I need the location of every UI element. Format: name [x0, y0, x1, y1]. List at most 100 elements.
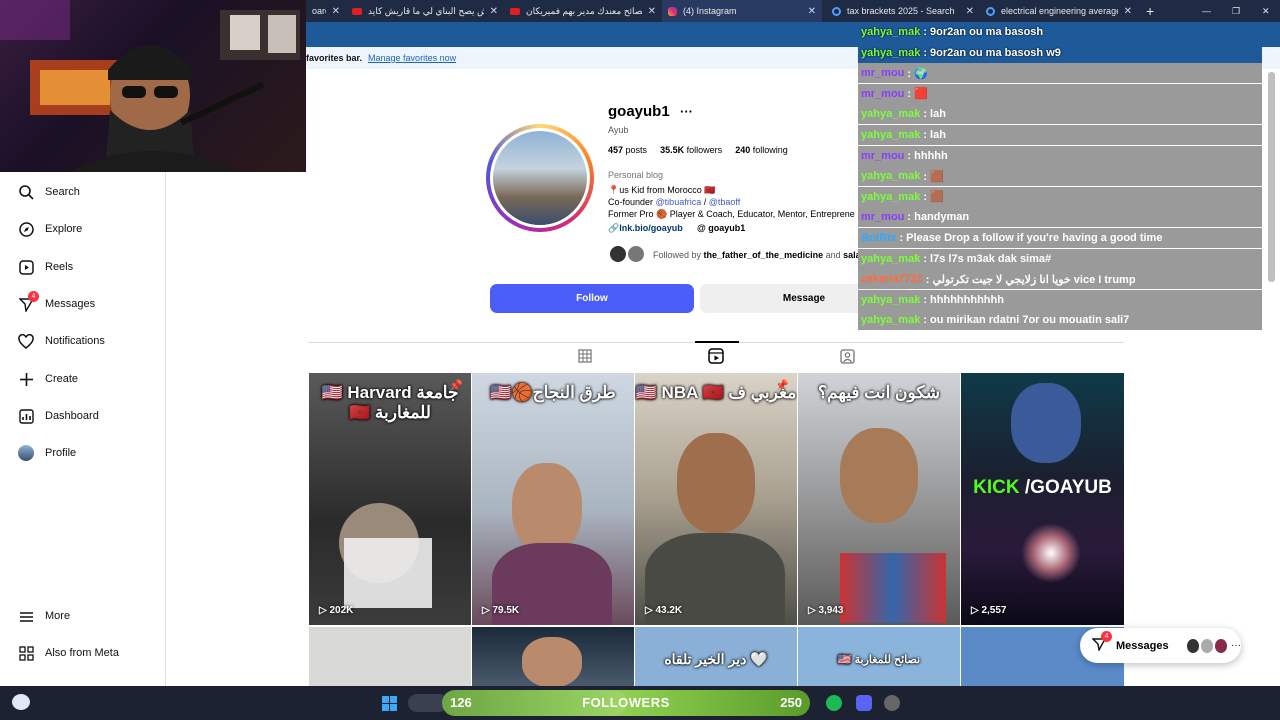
browser-tab[interactable]: tax brackets 2025 - Search ✕: [826, 0, 980, 22]
reels-icon: [18, 259, 34, 275]
following-label[interactable]: following: [753, 145, 788, 155]
chat-username: mr_mou: [861, 87, 905, 100]
mention-link[interactable]: @tbaoff: [709, 197, 741, 207]
sidebar-item-reels[interactable]: Reels: [18, 259, 73, 275]
browser-tab[interactable]: electrical engineering average sa✕: [980, 0, 1138, 22]
messenger-icon: 4: [18, 291, 39, 312]
chat-message: yahya_mak: hhhhhhhhhhh: [858, 289, 1262, 310]
profile-name: Ayub: [608, 125, 629, 135]
close-icon[interactable]: ✕: [1124, 6, 1132, 17]
avatar: [1200, 638, 1213, 653]
posts-count: 457: [608, 145, 624, 155]
chat-message: yahya_mak: 9or2an ou ma basosh: [858, 22, 1262, 42]
sidebar-item-dashboard[interactable]: Dashboard: [18, 408, 99, 424]
browser-tab[interactable]: oard✕: [306, 0, 346, 22]
sidebar-item-explore[interactable]: Explore: [18, 221, 82, 237]
following-count[interactable]: 240: [735, 145, 750, 155]
chat-username: mr_mou: [861, 149, 905, 162]
more-icon: ···: [1231, 640, 1242, 651]
sidebar: Search Explore Reels 4 Messages Notifica…: [0, 172, 166, 686]
reel-tile[interactable]: دير الخير تلقاه 🤍: [635, 627, 797, 686]
minimize-icon[interactable]: —: [1196, 0, 1212, 22]
reel-views: ▷ 79.5K: [482, 605, 520, 616]
favorites-bar-text: favorites bar.: [306, 53, 363, 63]
reels-icon[interactable]: [708, 348, 724, 369]
followers-label[interactable]: followers: [687, 145, 723, 155]
spotify-icon[interactable]: [826, 695, 842, 711]
manage-favorites-link[interactable]: Manage favorites now: [368, 53, 456, 63]
sidebar-item-more[interactable]: More: [18, 608, 70, 624]
close-icon[interactable]: ✕: [808, 6, 816, 17]
sidebar-item-label: Search: [45, 186, 80, 198]
chat-message: BotRix: Please Drop a follow if you're h…: [858, 228, 1262, 248]
weather-icon[interactable]: [12, 694, 30, 710]
sidebar-item-create[interactable]: Create: [18, 371, 78, 387]
scrollbar[interactable]: [1268, 72, 1275, 282]
threads-icon: @: [697, 223, 706, 233]
tagged-icon[interactable]: [840, 349, 855, 369]
followers-goal-bar: 126 FOLLOWERS 250: [442, 690, 810, 716]
followed-by-text[interactable]: Followed by the_father_of_the_medicine a…: [653, 250, 859, 260]
threads-link[interactable]: @ goayub1: [697, 223, 745, 233]
reel-tile[interactable]: KICK /GOAYUB ▷ 2,557: [961, 373, 1124, 625]
profile-username: goayub1: [608, 103, 670, 120]
reel-tile[interactable]: شكون انت فيهم؟ ▷ 3,943: [798, 373, 960, 625]
chat-username: mr_mou: [861, 211, 905, 224]
mention-link[interactable]: @tibuafrica: [656, 197, 702, 207]
chat-message: mr_mou: handyman: [858, 207, 1262, 228]
sidebar-item-notifications[interactable]: Notifications: [18, 333, 105, 349]
browser-tab[interactable]: واش يصح البناي لي ما قاريش كايد...✕: [346, 0, 504, 22]
reel-title: 🇺🇸 نصائح للمغاربة: [837, 654, 921, 666]
reel-tile[interactable]: 🇺🇸🏀طرق النجاح ▷ 79.5K: [472, 373, 634, 625]
profile-link[interactable]: 🔗lnk.bio/goayub: [608, 223, 683, 234]
sidebar-item-search[interactable]: Search: [18, 184, 80, 200]
notification-badge: 4: [28, 291, 39, 302]
grid-icon[interactable]: [578, 349, 592, 368]
reel-views: ▷ 202K: [319, 605, 354, 616]
discord-icon[interactable]: [856, 695, 872, 711]
instagram-icon: [668, 6, 677, 16]
reel-tile[interactable]: 🇺🇸 نصائح للمغاربة: [798, 627, 960, 686]
sidebar-item-messages[interactable]: 4 Messages: [18, 291, 95, 312]
options-icon[interactable]: ···: [680, 104, 693, 119]
webcam-overlay: [0, 0, 306, 172]
reel-title: 🇺🇸 NBA 🇲🇦 مغربي ف: [635, 383, 797, 402]
dashboard-icon: [18, 408, 34, 424]
close-icon[interactable]: ✕: [490, 6, 498, 17]
reel-tile[interactable]: [309, 627, 471, 686]
chat-text: : lah: [923, 129, 946, 141]
messages-pill-label: Messages: [1116, 639, 1169, 652]
reel-tile[interactable]: 🇺🇸 Harvard جامعة 🇲🇦 للمغاربة 📌 ▷ 202K: [309, 373, 471, 625]
app-icon[interactable]: [884, 695, 900, 711]
sidebar-item-also-from-meta[interactable]: Also from Meta: [18, 645, 119, 661]
maximize-icon[interactable]: ❐: [1226, 0, 1242, 22]
chat-username: mr_mou: [861, 67, 905, 80]
follower-avatar: [626, 244, 646, 264]
sidebar-item-profile[interactable]: Profile: [18, 445, 76, 461]
sidebar-item-label: Create: [45, 373, 79, 385]
article-snippet: [344, 538, 432, 608]
messages-pill[interactable]: 4 Messages ···: [1080, 628, 1241, 663]
profile-avatar[interactable]: [490, 128, 590, 228]
browser-tab[interactable]: نصائح معندك مدير بهم فميريكان ✕: [504, 0, 662, 22]
window-close-icon[interactable]: ✕: [1256, 0, 1272, 22]
close-icon[interactable]: ✕: [966, 6, 974, 17]
new-tab-icon[interactable]: +: [1140, 0, 1160, 22]
reel-title: 🇺🇸🏀طرق النجاح: [490, 383, 616, 402]
avatar: [1214, 638, 1228, 653]
reel-tile[interactable]: [472, 627, 634, 686]
followers-count[interactable]: 35.5K: [660, 145, 684, 155]
chat-text: : 🟫: [923, 191, 944, 204]
follow-button[interactable]: Follow: [490, 284, 694, 313]
browser-tab-active[interactable]: (4) Instagram ✕: [662, 0, 822, 22]
followers-goal: 250: [780, 695, 802, 710]
close-icon[interactable]: ✕: [648, 6, 656, 17]
bio-line-2: Co-founder @tibuafrica / @tbaoff: [608, 197, 741, 207]
reel-tile[interactable]: 🇺🇸 NBA 🇲🇦 مغربي ف 📌 ▷ 43.2K: [635, 373, 797, 625]
reel-title: دير الخير تلقاه 🤍: [664, 651, 768, 667]
close-icon[interactable]: ✕: [332, 6, 340, 17]
sidebar-item-label: Notifications: [45, 335, 105, 347]
edge-icon: [986, 6, 995, 16]
windows-start-icon[interactable]: [382, 696, 397, 711]
messenger-icon: 4: [1091, 631, 1112, 654]
